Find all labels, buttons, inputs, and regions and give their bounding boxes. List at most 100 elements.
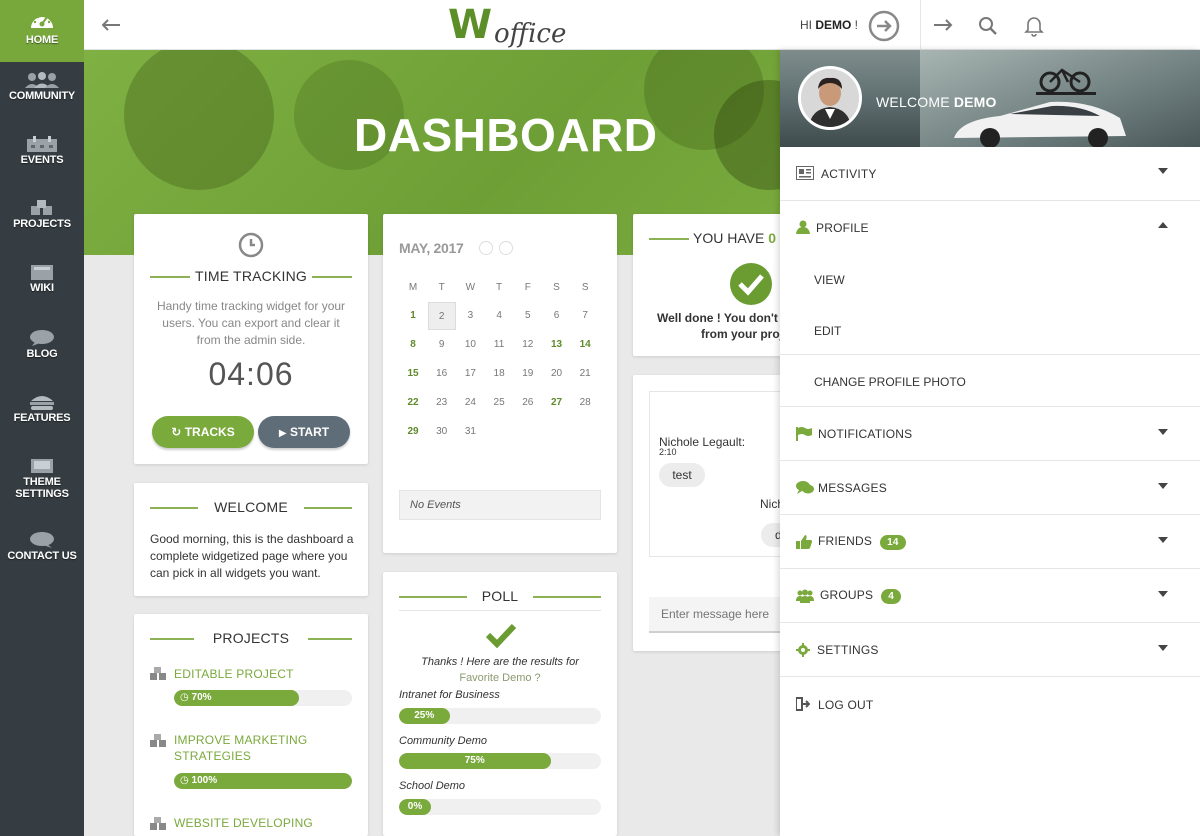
play-icon: ▶	[278, 428, 287, 439]
calendar-day[interactable]: 30	[428, 418, 456, 446]
calendar-day[interactable]: 2	[427, 302, 456, 330]
calendar-day[interactable]: 16	[428, 360, 456, 388]
poll-result-bar: 0%	[399, 799, 601, 815]
sidebar-item-projects[interactable]: PROJECTS	[0, 200, 84, 230]
menu-label: FRIENDS 14	[818, 534, 906, 550]
calendar-day[interactable]: 12	[514, 331, 542, 359]
calendar-next-button[interactable]	[499, 241, 513, 255]
calendar-day[interactable]: 19	[514, 360, 542, 388]
calendar-day[interactable]: 1	[399, 302, 427, 330]
start-button[interactable]: ▶ START	[258, 416, 350, 448]
panel-menu-notifications[interactable]: NOTIFICATIONS	[780, 407, 1200, 461]
calendar-day[interactable]: 8	[399, 331, 427, 359]
poll-result-label: 0%	[407, 801, 423, 812]
project-name[interactable]: WEBSITE DEVELOPING	[174, 815, 313, 831]
calendar-day[interactable]: 23	[428, 389, 456, 417]
arrow-left-icon[interactable]	[100, 18, 122, 32]
widget-title-text: WELCOME	[214, 499, 288, 515]
cog-icon	[796, 643, 810, 657]
calendar-day[interactable]: 18	[485, 360, 513, 388]
panel-menu-settings[interactable]: SETTINGS	[780, 623, 1200, 677]
calendar-weekday: F	[524, 282, 531, 293]
calendar-day[interactable]: 26	[514, 389, 542, 417]
greeting-suffix: !	[851, 18, 859, 32]
calendar-prev-button[interactable]	[479, 241, 493, 255]
logo[interactable]: W office	[448, 5, 566, 49]
menu-label: ACTIVITY	[821, 167, 877, 181]
project-progress-fill: ◷ 100%	[174, 773, 352, 789]
burger-icon	[30, 396, 54, 410]
panel-menu-activity[interactable]: ACTIVITY	[780, 147, 1200, 201]
profile-view-link[interactable]: VIEW	[780, 255, 1200, 305]
clock-icon: ◷	[180, 692, 189, 703]
search-icon[interactable]	[978, 16, 998, 36]
calendar-day[interactable]: 21	[571, 360, 599, 388]
bell-icon[interactable]	[1024, 15, 1044, 37]
panel-menu-profile[interactable]: PROFILE	[780, 201, 1200, 255]
groups-count-badge: 4	[881, 589, 901, 604]
calendar-day[interactable]: 7	[571, 302, 599, 330]
poll-result-label: 75%	[464, 755, 485, 766]
calendar-day[interactable]: 15	[399, 360, 427, 388]
refresh-icon: ↻	[171, 425, 182, 439]
panel-menu-groups[interactable]: GROUPS 4	[780, 569, 1200, 623]
sidebar-item-features[interactable]: FEATURES	[0, 394, 84, 424]
calendar-day[interactable]: 10	[456, 331, 484, 359]
check-icon	[485, 623, 517, 648]
project-progress-label: 70%	[191, 692, 212, 703]
chat-message-input[interactable]	[649, 597, 793, 633]
calendar-day[interactable]: 24	[456, 389, 484, 417]
sidebar-item-theme-settings[interactable]: THEME SETTINGS	[0, 458, 84, 500]
profile-change-photo-link[interactable]: CHANGE PROFILE PHOTO	[780, 355, 1200, 407]
calendar-day[interactable]: 3	[456, 302, 484, 330]
calendar-day[interactable]: 20	[543, 360, 571, 388]
calendar-day[interactable]: 13	[543, 331, 571, 359]
sidebar-item-wiki[interactable]: WIKI	[0, 264, 84, 294]
menu-label: MESSAGES	[818, 481, 887, 495]
sidebar-item-blog[interactable]: BLOG	[0, 330, 84, 360]
sidebar-item-events[interactable]: EVENTS	[0, 136, 84, 166]
panel-menu-friends[interactable]: FRIENDS 14	[780, 515, 1200, 569]
speech-icon	[30, 532, 54, 548]
project-name[interactable]: EDITABLE PROJECT	[174, 666, 294, 682]
timer-display: 04:06	[208, 356, 294, 392]
project-name[interactable]: IMPROVE MARKETING STRATEGIES	[174, 732, 334, 764]
events-text: No Events	[410, 499, 461, 511]
profile-edit-link[interactable]: EDIT	[780, 305, 1200, 355]
sidebar-item-label: COMMUNITY	[8, 90, 76, 102]
calendar-day[interactable]: 5	[514, 302, 542, 330]
arrow-circle-right-icon[interactable]	[868, 10, 900, 42]
sidebar-item-home[interactable]: HOME	[0, 0, 84, 62]
group-icon	[796, 589, 814, 603]
sidebar-item-label: BLOG	[26, 348, 58, 360]
calendar-day[interactable]: 17	[456, 360, 484, 388]
calendar-day[interactable]: 14	[571, 331, 599, 359]
arrow-right-icon[interactable]	[932, 18, 954, 32]
calendar-day[interactable]: 27	[543, 389, 571, 417]
poll-result-fill: 25%	[399, 708, 450, 724]
sidebar-item-community[interactable]: COMMUNITY	[0, 72, 84, 102]
newspaper-icon	[796, 166, 814, 180]
header-divider	[920, 0, 921, 50]
calendar-day[interactable]: 28	[571, 389, 599, 417]
tracks-button[interactable]: ↻ TRACKS	[152, 416, 254, 448]
project-progress-fill: ◷ 70%	[174, 690, 299, 706]
calendar-day[interactable]: 29	[399, 418, 427, 446]
calendar-day[interactable]: 22	[399, 389, 427, 417]
calendar-day[interactable]: 6	[543, 302, 571, 330]
sidebar-item-contact-us[interactable]: CONTACT US	[0, 532, 84, 562]
poll-question: Favorite Demo ?	[459, 672, 541, 684]
menu-label-text: GROUPS	[820, 588, 874, 602]
calendar-day[interactable]: 9	[428, 331, 456, 359]
tracks-label: TRACKS	[184, 425, 235, 439]
panel-menu-messages[interactable]: MESSAGES	[780, 461, 1200, 515]
calendar-day[interactable]: 25	[485, 389, 513, 417]
check-circle-icon	[730, 263, 772, 305]
calendar-month: MAY, 2017	[399, 240, 464, 256]
calendar-day[interactable]: 11	[485, 331, 513, 359]
calendar-day[interactable]: 31	[456, 418, 484, 446]
avatar[interactable]	[798, 66, 862, 130]
welcome-widget: WELCOME Good morning, this is the dashbo…	[134, 483, 368, 596]
calendar-day[interactable]: 4	[485, 302, 513, 330]
panel-menu-logout[interactable]: LOG OUT	[780, 677, 1200, 731]
